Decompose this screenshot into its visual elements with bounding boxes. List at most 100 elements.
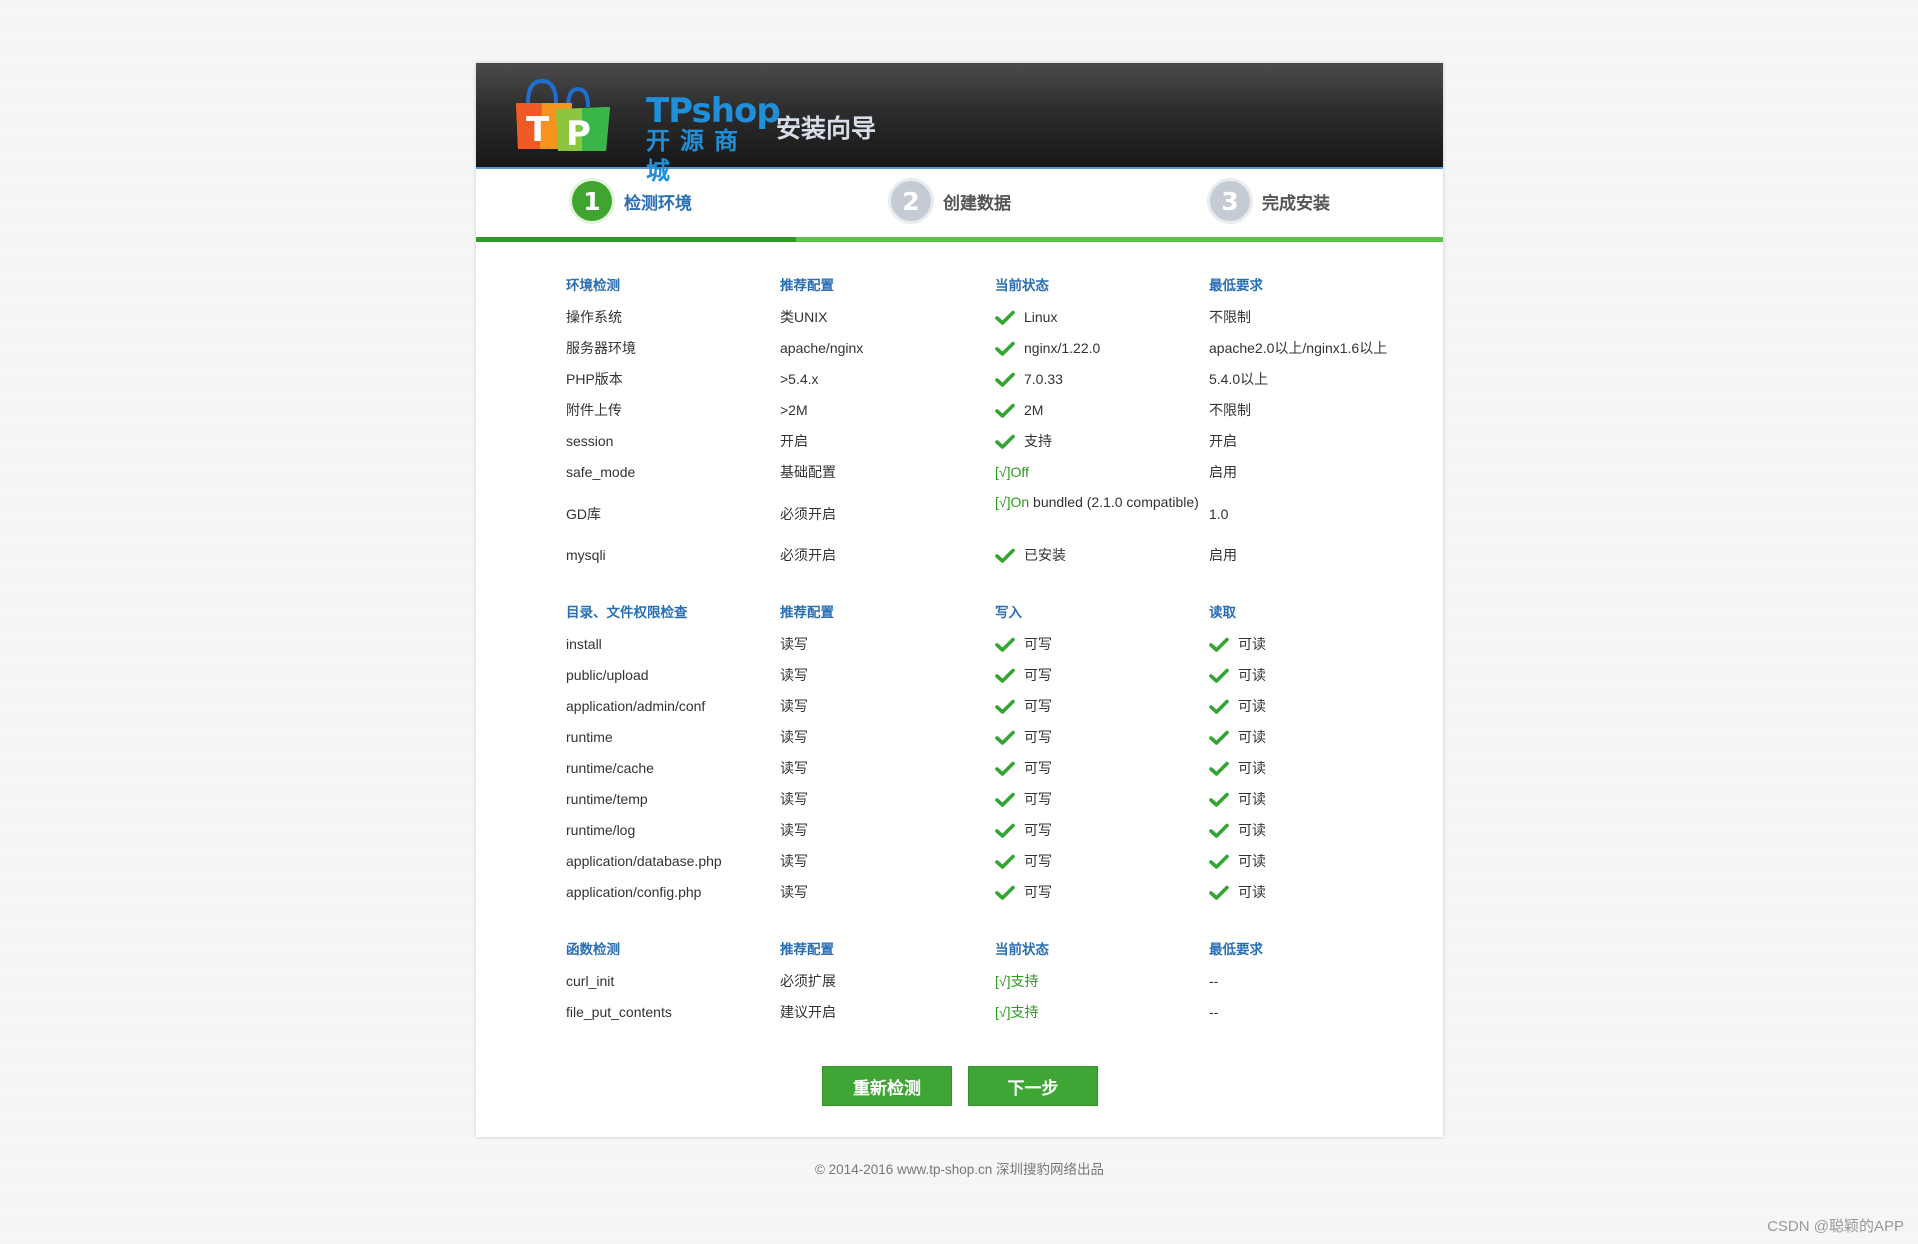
dir-read-text: 可读 (1238, 636, 1266, 652)
env-row: 附件上传 >2M 2M 不限制 (566, 395, 1426, 426)
env-name: safe_mode (566, 464, 636, 480)
env-name: 操作系统 (566, 309, 622, 325)
check-icon (995, 699, 1015, 714)
env-row: safe_mode 基础配置 [√]Off 启用 (566, 457, 1426, 488)
env-header-row: 环境检测 推荐配置 当前状态 最低要求 (566, 271, 1426, 302)
env-row: PHP版本 >5.4.x 7.0.33 5.4.0以上 (566, 364, 1426, 395)
dir-write: 可写 (995, 722, 1052, 753)
dir-write: 可写 (995, 629, 1052, 660)
check-icon (995, 761, 1015, 776)
dir-write: 可写 (995, 784, 1052, 815)
csdn-watermark: CSDN @聪颖的APP (1767, 1218, 1904, 1235)
check-icon (1209, 761, 1229, 776)
check-icon (995, 403, 1015, 418)
dir-row: runtime/temp 读写 可写 可读 (566, 784, 1426, 815)
env-status-text: Linux (1024, 309, 1058, 325)
dir-write-text: 可写 (1024, 822, 1052, 838)
dir-read-text: 可读 (1238, 729, 1266, 745)
env-recommend: 基础配置 (780, 464, 836, 480)
func-row: curl_init 必须扩展 [√]支持 -- (566, 966, 1426, 997)
dir-read: 可读 (1209, 846, 1266, 877)
env-min: 1.0 (1209, 506, 1229, 522)
recheck-button[interactable]: 重新检测 (822, 1066, 952, 1106)
dir-read: 可读 (1209, 691, 1266, 722)
func-min: -- (1209, 973, 1219, 989)
env-header-min: 最低要求 (1209, 278, 1263, 294)
dir-header-read: 读取 (1209, 605, 1236, 621)
check-icon (1209, 730, 1229, 745)
env-status-flag: [√]On (995, 494, 1030, 510)
dir-write: 可写 (995, 660, 1052, 691)
env-status-flag: [√]Off (995, 464, 1029, 480)
check-icon (1209, 668, 1229, 683)
dir-read: 可读 (1209, 629, 1266, 660)
func-recommend: 必须扩展 (780, 973, 836, 989)
next-step-button[interactable]: 下一步 (968, 1066, 1098, 1106)
dir-read: 可读 (1209, 660, 1266, 691)
env-status: 支持 (995, 426, 1052, 457)
env-row: mysqli 必须开启 已安装 启用 (566, 540, 1426, 571)
dir-row: install 读写 可写 可读 (566, 629, 1426, 660)
func-header-status: 当前状态 (995, 942, 1049, 958)
check-icon (995, 548, 1015, 563)
dir-row: runtime/cache 读写 可写 可读 (566, 753, 1426, 784)
env-status-text: bundled (2.1.0 compatible) (1029, 494, 1199, 510)
step-1-number: 1 (572, 181, 612, 221)
dir-recommend: 读写 (780, 636, 808, 652)
env-status: [√]On bundled (2.1.0 compatible) (995, 490, 1207, 514)
check-icon (995, 854, 1015, 869)
env-name: PHP版本 (566, 371, 623, 387)
dir-recommend: 读写 (780, 667, 808, 683)
check-icon (995, 792, 1015, 807)
dir-recommend: 读写 (780, 791, 808, 807)
dir-write-text: 可写 (1024, 667, 1052, 683)
dir-read-text: 可读 (1238, 698, 1266, 714)
check-icon (1209, 699, 1229, 714)
header-bar: T P TPshop 开源商城 安装向导 (476, 63, 1443, 185)
env-min: 启用 (1209, 464, 1237, 480)
dir-row: application/database.php 读写 可写 可读 (566, 846, 1426, 877)
dir-write: 可写 (995, 846, 1052, 877)
func-recommend: 建议开启 (780, 1004, 836, 1020)
dir-read: 可读 (1209, 722, 1266, 753)
dir-write-text: 可写 (1024, 853, 1052, 869)
dir-row: runtime/log 读写 可写 可读 (566, 815, 1426, 846)
dir-read-text: 可读 (1238, 884, 1266, 900)
dir-write: 可写 (995, 691, 1052, 722)
svg-text:P: P (566, 114, 591, 154)
dir-path: runtime/log (566, 822, 636, 838)
dir-read: 可读 (1209, 753, 1266, 784)
env-name: 附件上传 (566, 402, 622, 418)
dir-path: install (566, 636, 602, 652)
env-name: GD库 (566, 506, 601, 522)
env-status: 7.0.33 (995, 364, 1063, 395)
check-icon (995, 885, 1015, 900)
dir-write-text: 可写 (1024, 729, 1052, 745)
env-header-name: 环境检测 (566, 278, 620, 294)
env-recommend: apache/nginx (780, 340, 864, 356)
check-icon (995, 341, 1015, 356)
env-min: apache2.0以上/nginx1.6以上 (1209, 340, 1388, 356)
func-name: file_put_contents (566, 1004, 672, 1020)
dir-read: 可读 (1209, 815, 1266, 846)
svg-text:T: T (526, 110, 550, 150)
dir-row: application/config.php 读写 可写 可读 (566, 877, 1426, 908)
env-status: 已安装 (995, 540, 1066, 571)
shopping-bag-icon: T P (516, 78, 610, 154)
dir-path: runtime/cache (566, 760, 654, 776)
func-header-row: 函数检测 推荐配置 当前状态 最低要求 (566, 935, 1426, 966)
check-icon (995, 823, 1015, 838)
env-row: session 开启 支持 开启 (566, 426, 1426, 457)
step-indicator: 1 检测环境 2 创建数据 3 完成安装 (476, 169, 1443, 239)
env-header-recommend: 推荐配置 (780, 278, 834, 294)
check-icon (995, 668, 1015, 683)
env-row: GD库 必须开启 [√]On bundled (2.1.0 compatible… (566, 488, 1426, 540)
env-recommend: >2M (780, 402, 808, 418)
dir-read-text: 可读 (1238, 791, 1266, 807)
func-header-min: 最低要求 (1209, 942, 1263, 958)
env-status: nginx/1.22.0 (995, 333, 1100, 364)
env-recommend: 类UNIX (780, 309, 828, 325)
env-recommend: 必须开启 (780, 506, 836, 522)
env-min: 5.4.0以上 (1209, 371, 1269, 387)
check-icon (995, 310, 1015, 325)
